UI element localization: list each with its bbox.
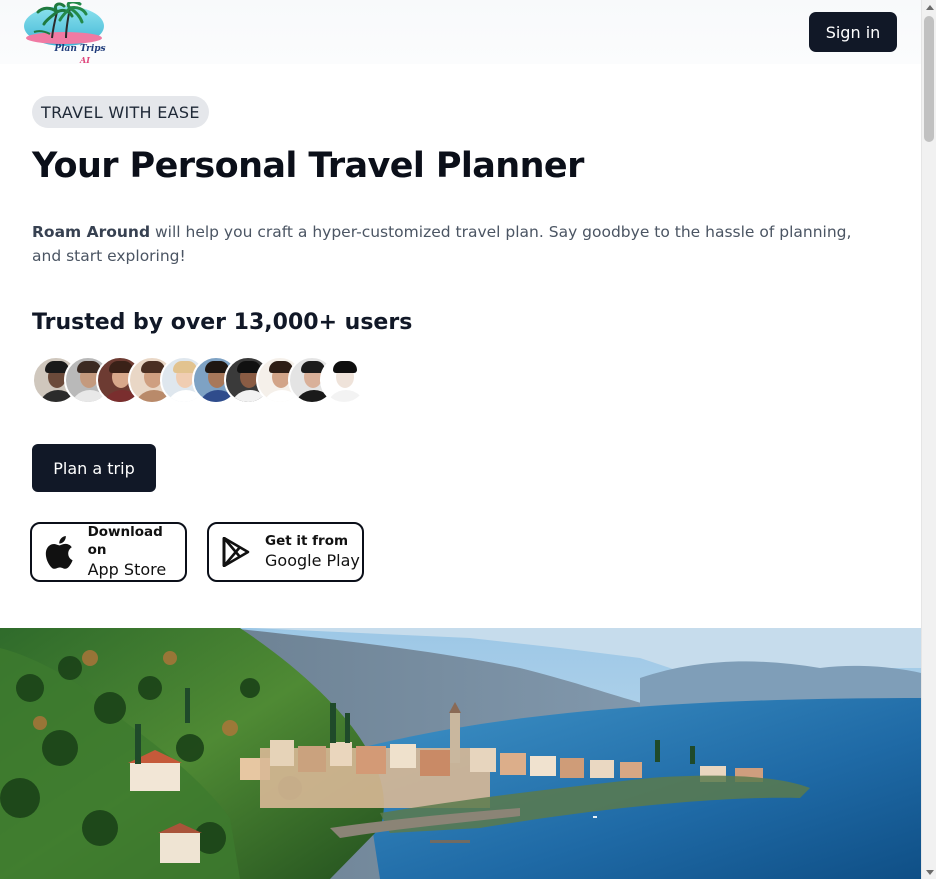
sign-in-button[interactable]: Sign in [809, 12, 897, 52]
app-store-text: Download on App Store [88, 523, 185, 581]
hero-description: Roam Around will help you craft a hyper-… [32, 220, 852, 268]
brand-name: Roam Around [32, 223, 151, 241]
scroll-down-icon[interactable] [922, 865, 936, 879]
apple-logo-icon [44, 535, 74, 569]
google-play-icon [221, 535, 251, 569]
google-play-label: Google Play [265, 551, 360, 570]
vertical-scrollbar[interactable] [921, 0, 936, 879]
plan-trip-button[interactable]: Plan a trip [32, 444, 156, 492]
plan-trips-logo[interactable]: Plan Trips AI [22, 0, 106, 65]
app-store-button[interactable]: Download on App Store [30, 522, 187, 582]
user-avatar [320, 356, 368, 404]
hero-description-text: will help you craft a hyper-customized t… [32, 223, 852, 265]
google-play-button[interactable]: Get it from Google Play [207, 522, 364, 582]
scrollbar-thumb[interactable] [924, 16, 934, 142]
app-store-caption: Download on [87, 524, 163, 558]
scroll-up-icon[interactable] [922, 0, 936, 14]
google-play-caption: Get it from [265, 533, 349, 549]
palm-island-icon [24, 0, 104, 46]
user-avatar-stack [32, 356, 372, 404]
lake-town-hero-image [0, 628, 921, 879]
google-play-text: Get it from Google Play [265, 532, 360, 572]
page: Plan Trips AI Sign in TRAVEL WITH EASE Y… [0, 0, 921, 879]
trusted-heading: Trusted by over 13,000+ users [32, 310, 413, 335]
site-header: Plan Trips AI Sign in [0, 0, 921, 65]
logo-wordmark: Plan Trips [54, 44, 106, 54]
tagline-badge: TRAVEL WITH EASE [32, 96, 209, 128]
page-title: Your Personal Travel Planner [32, 146, 584, 186]
app-store-label: App Store [87, 560, 167, 579]
logo-suffix: AI [80, 55, 90, 65]
